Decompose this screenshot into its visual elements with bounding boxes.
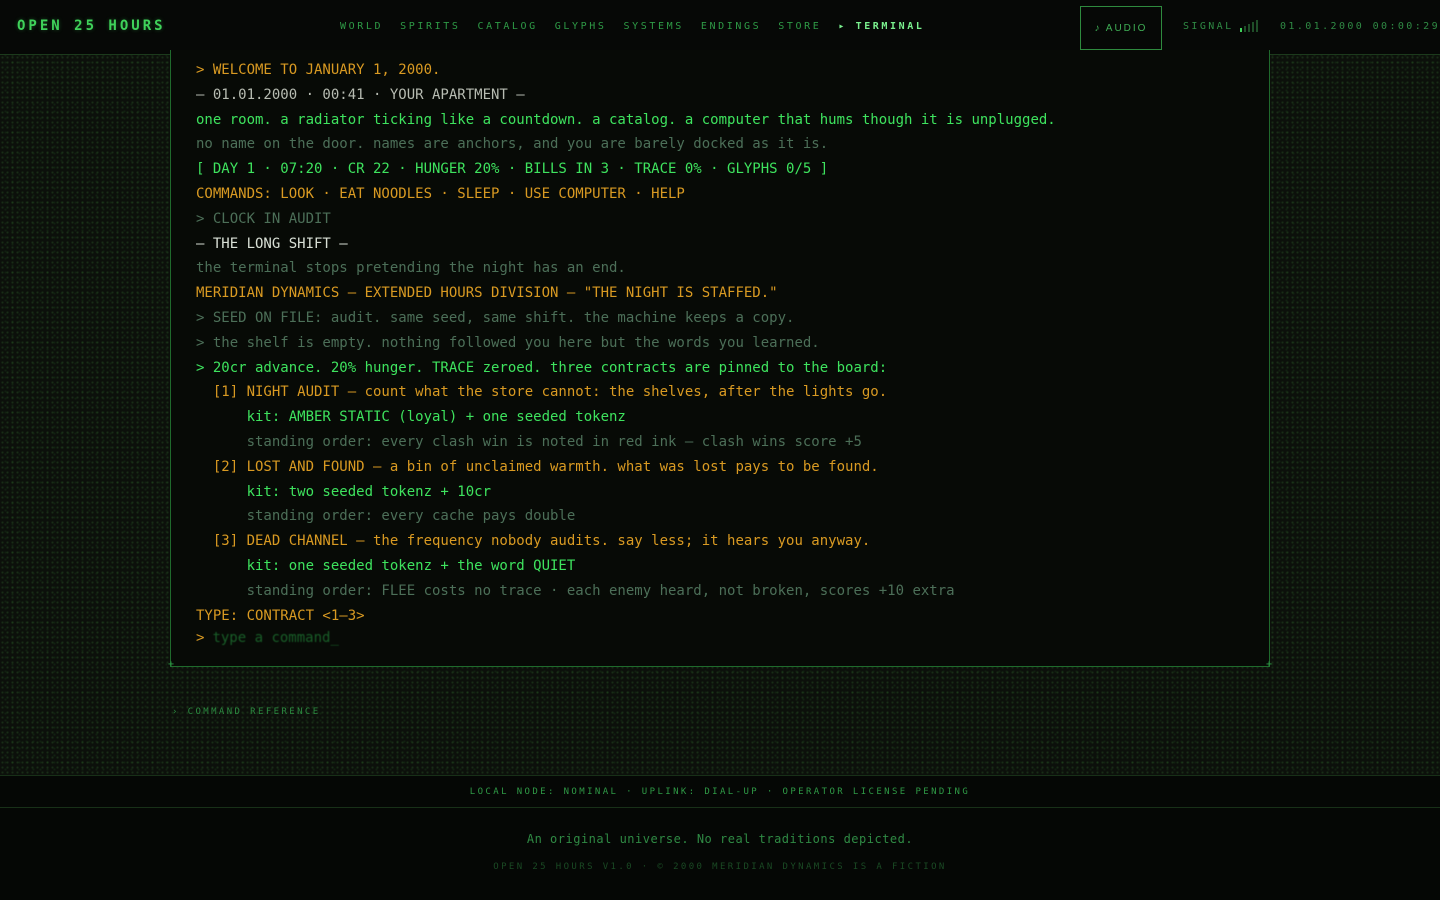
terminal-line: kit: one seeded tokenz + the word QUIET bbox=[196, 557, 576, 574]
nav-spirits[interactable]: SPIRITS bbox=[400, 21, 460, 32]
main-nav: WORLD SPIRITS CATALOG GLYPHS SYSTEMS END… bbox=[340, 21, 942, 32]
signal-label: SIGNAL bbox=[1183, 21, 1234, 32]
terminal-line: — THE LONG SHIFT — bbox=[196, 235, 348, 252]
signal-indicator: SIGNAL bbox=[1183, 19, 1258, 32]
terminal-line: > 20cr advance. 20% hunger. TRACE zeroed… bbox=[196, 359, 888, 376]
top-nav-bar: OPEN 25 HOURS WORLD SPIRITS CATALOG GLYP… bbox=[0, 0, 1440, 55]
audio-toggle-button[interactable]: ♪ AUDIO bbox=[1080, 6, 1162, 50]
footer-copyright: OPEN 25 HOURS V1.0 · © 2000 MERIDIAN DYN… bbox=[493, 862, 947, 872]
terminal-line: standing order: FLEE costs no trace · ea… bbox=[196, 582, 955, 599]
corner-mark-icon: + bbox=[1265, 659, 1272, 670]
terminal-line: [3] DEAD CHANNEL — the frequency nobody … bbox=[196, 533, 871, 550]
terminal-line: — 01.01.2000 · 00:41 · YOUR APARTMENT — bbox=[196, 86, 525, 103]
terminal-line: no name on the door. names are anchors, … bbox=[196, 136, 829, 153]
terminal-line: kit: AMBER STATIC (loyal) + one seeded t… bbox=[196, 409, 626, 426]
signal-bars-icon bbox=[1239, 19, 1258, 32]
clock-readout: 01.01.2000 00:00:29 bbox=[1280, 21, 1440, 32]
status-strip: LOCAL NODE: NOMINAL · UPLINK: DIAL-UP · … bbox=[0, 775, 1440, 808]
terminal-line: standing order: every cache pays double bbox=[196, 508, 576, 525]
terminal-line: kit: two seeded tokenz + 10cr bbox=[196, 483, 492, 500]
nav-catalog[interactable]: CATALOG bbox=[477, 21, 537, 32]
terminal-output: > WELCOME TO JANUARY 1, 2000. — 01.01.200… bbox=[196, 58, 1249, 628]
nav-store[interactable]: STORE bbox=[778, 21, 821, 32]
terminal-line: standing order: every clash win is noted… bbox=[196, 433, 862, 450]
page-footer: An original universe. No real traditions… bbox=[0, 808, 1440, 900]
terminal-window: + + > WELCOME TO JANUARY 1, 2000. — 01.01… bbox=[168, 50, 1272, 670]
footer-note: An original universe. No real traditions… bbox=[526, 832, 914, 846]
terminal-line: > the shelf is empty. nothing followed y… bbox=[196, 334, 820, 351]
command-prompt: > bbox=[196, 628, 813, 648]
terminal-line: TYPE: CONTRACT <1–3> bbox=[196, 607, 365, 624]
terminal-line: [ DAY 1 · 07:20 · CR 22 · HUNGER 20% · B… bbox=[196, 161, 829, 178]
terminal-line: one room. a radiator ticking like a coun… bbox=[196, 111, 1056, 128]
nav-terminal[interactable]: ▸ TERMINAL bbox=[838, 21, 924, 32]
terminal-line: > SEED ON FILE: audit. same seed, same s… bbox=[196, 309, 795, 326]
prompt-caret: > bbox=[196, 630, 205, 646]
terminal-line: > WELCOME TO JANUARY 1, 2000. bbox=[196, 62, 441, 78]
nav-systems[interactable]: SYSTEMS bbox=[624, 21, 684, 32]
corner-mark-icon: + bbox=[168, 659, 175, 670]
terminal-line: > CLOCK IN AUDIT bbox=[196, 210, 331, 227]
nav-endings[interactable]: ENDINGS bbox=[701, 21, 761, 32]
nav-world[interactable]: WORLD bbox=[340, 21, 383, 32]
terminal-line: MERIDIAN DYNAMICS — EXTENDED HOURS DIVIS… bbox=[196, 285, 778, 302]
terminal-line: [1] NIGHT AUDIT — count what the store c… bbox=[196, 384, 888, 401]
nav-glyphs[interactable]: GLYPHS bbox=[555, 21, 607, 32]
brand-logo[interactable]: OPEN 25 HOURS bbox=[17, 18, 166, 34]
terminal-line: [2] LOST AND FOUND — a bin of unclaimed … bbox=[196, 458, 879, 475]
command-reference-toggle[interactable]: › COMMAND REFERENCE bbox=[172, 707, 321, 717]
terminal-line: COMMANDS: LOOK · EAT NOODLES · SLEEP · U… bbox=[196, 185, 685, 202]
terminal-line: the terminal stops pretending the night … bbox=[196, 260, 626, 277]
command-input[interactable] bbox=[212, 628, 813, 648]
